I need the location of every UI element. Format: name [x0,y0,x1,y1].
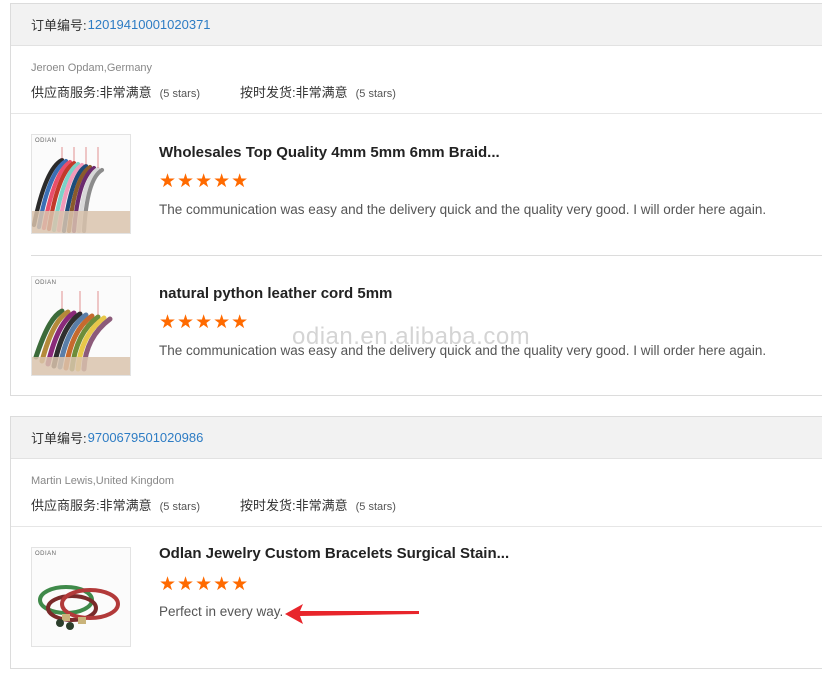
annotation-arrow-icon [285,604,419,624]
order-number-label: 订单编号: [31,431,87,446]
rating-value: 非常满意 [99,85,152,100]
order-header: 订单编号: 12019410001020371 [11,4,822,46]
python-cords-image [32,291,130,375]
rating-stars-text: (5 stars) [355,501,396,513]
rating-label: 供应商服务: [31,85,100,100]
order-card-2: 订单编号: 9700679501020986 Martin Lewis,Unit… [10,416,822,669]
review-comment: The communication was easy and the deliv… [159,343,767,358]
order-number-label: 订单编号: [31,18,87,33]
star-rating: ★★★★★ [159,312,250,333]
rating-label: 按时发货: [239,85,296,100]
rating-stars-text: (5 stars) [355,88,396,100]
rating-supplier-service: 供应商服务: 非常满意 (5 stars) [31,495,200,514]
review-comment: Perfect in every way. [159,604,284,619]
rating-on-time-delivery: 按时发货: 非常满意 (5 stars) [240,495,396,514]
bracelets-image [38,585,120,630]
product-review: ODIAN natural python leather cord 5mm ★★… [11,255,822,396]
product-title-link[interactable]: Odlan Jewelry Custom Bracelets Surgical … [159,545,509,562]
supplier-ratings: 供应商服务: 非常满意 (5 stars) 按时发货: 非常满意 (5 star… [31,82,819,101]
buyer-name: Martin Lewis,United Kingdom [31,475,175,487]
product-thumbnail[interactable]: ODIAN [31,276,131,376]
product-title-link[interactable]: Wholesales Top Quality 4mm 5mm 6mm Braid… [159,144,500,161]
rating-on-time-delivery: 按时发货: 非常满意 (5 stars) [240,82,396,101]
review-comment: The communication was easy and the deliv… [159,202,767,217]
buyer-name: Jeroen Opdam,Germany [31,62,153,74]
rating-value: 非常满意 [295,85,348,100]
rating-stars-text: (5 stars) [159,501,200,513]
order-card-1: 订单编号: 12019410001020371 Jeroen Opdam,Ger… [10,3,822,396]
order-number-link[interactable]: 12019410001020371 [88,17,211,32]
rating-value: 非常满意 [99,498,152,513]
star-rating: ★★★★★ [159,574,250,595]
rating-label: 供应商服务: [31,498,100,513]
rating-stars-text: (5 stars) [159,88,200,100]
order-header: 订单编号: 9700679501020986 [11,417,822,459]
buyer-info: Jeroen Opdam,Germany 供应商服务: 非常满意 (5 star… [11,46,822,114]
star-rating: ★★★★★ [159,171,250,192]
product-title-link[interactable]: natural python leather cord 5mm [159,285,392,302]
supplier-ratings: 供应商服务: 非常满意 (5 stars) 按时发货: 非常满意 (5 star… [31,495,819,514]
product-review: ODIAN Odlan Jewelry Custom Bracelets Sur… [11,527,822,668]
rating-supplier-service: 供应商服务: 非常满意 (5 stars) [31,82,200,101]
product-thumbnail[interactable]: ODIAN [31,547,131,647]
rating-value: 非常满意 [295,498,348,513]
order-number-link[interactable]: 9700679501020986 [88,430,204,445]
rating-label: 按时发货: [239,498,296,513]
braided-cords-image [32,147,130,233]
product-thumbnail[interactable]: ODIAN [31,134,131,234]
product-review: ODIAN Wholesales Top Quality 4mm 5mm 6mm… [11,114,822,255]
buyer-info: Martin Lewis,United Kingdom 供应商服务: 非常满意 … [11,459,822,527]
